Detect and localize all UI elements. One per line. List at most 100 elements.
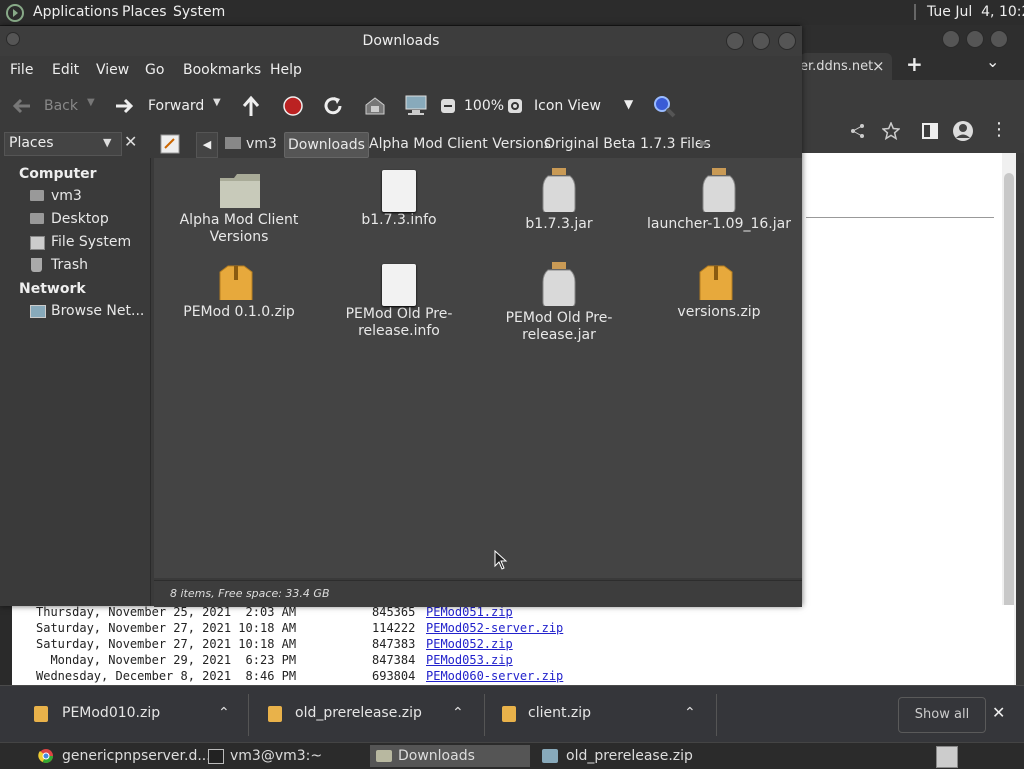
search-icon[interactable] (652, 94, 676, 118)
download-filename: client.zip (528, 705, 592, 721)
menu-view[interactable]: View (96, 62, 129, 78)
menu-bookmarks[interactable]: Bookmarks (183, 62, 261, 78)
listing-link[interactable]: PEMod052-server.zip (426, 621, 563, 635)
listing-link[interactable]: PEMod060-server.zip (426, 669, 563, 683)
app-menu-icon[interactable] (6, 4, 24, 22)
zoom-in-icon[interactable] (507, 98, 523, 114)
stop-icon[interactable] (282, 95, 304, 117)
trash-icon (31, 258, 42, 272)
close-button[interactable] (778, 32, 796, 50)
view-mode-select[interactable]: Icon View ▼ (530, 94, 640, 118)
sidebar-selector[interactable]: Places ▼ (4, 132, 122, 156)
toggle-location-entry-icon[interactable] (158, 132, 182, 156)
sidebar-item-vm3[interactable]: vm3 (28, 187, 148, 207)
download-item[interactable]: PEMod010.zip ⌃ (18, 686, 248, 743)
status-text: 8 items, Free space: 33.4 GB (170, 587, 330, 600)
browser-tab[interactable]: er.ddns.net × (800, 53, 892, 80)
document-icon (382, 264, 416, 306)
tab-search-chevron-icon[interactable]: ⌄ (986, 52, 999, 71)
menu-go[interactable]: Go (145, 62, 164, 78)
file-item[interactable]: PEMod Old Pre- release.jar (484, 262, 634, 344)
new-tab-icon[interactable]: + (906, 52, 923, 76)
sidebar-item-filesystem[interactable]: File System (28, 233, 148, 253)
download-item[interactable]: old_prerelease.zip ⌃ (252, 686, 482, 743)
breadcrumb-original-beta[interactable]: Original Beta 1.7.3 Files (541, 132, 714, 156)
file-item[interactable]: b1.7.3.jar (484, 168, 634, 233)
menubar: File Edit View Go Bookmarks Help (0, 56, 802, 84)
chevron-up-icon[interactable]: ⌃ (684, 705, 696, 721)
sidebar: Computer vm3 Desktop File System Trash N… (0, 158, 151, 606)
listing-link[interactable]: PEMod053.zip (426, 653, 513, 667)
browser-maximize-button[interactable] (966, 30, 984, 48)
tab-close-icon[interactable]: × (872, 57, 885, 75)
close-downloads-icon[interactable]: ✕ (992, 703, 1005, 722)
sidebar-item-desktop[interactable]: Desktop (28, 210, 148, 230)
applications-menu[interactable]: Applications (33, 4, 119, 20)
menu-help[interactable]: Help (270, 62, 302, 78)
profile-avatar-icon[interactable] (952, 120, 974, 142)
places-menu[interactable]: Places (122, 4, 167, 20)
menu-edit[interactable]: Edit (52, 62, 79, 78)
listing-link[interactable]: PEMod052.zip (426, 637, 513, 651)
clock[interactable]: Tue Jul 4, 10:23 (927, 4, 1024, 20)
file-item[interactable]: launcher-1.09_16.jar (644, 168, 794, 233)
workspace-switcher[interactable] (936, 746, 958, 768)
file-item[interactable]: versions.zip (644, 264, 794, 321)
divider (716, 694, 717, 736)
file-item[interactable]: PEMod 0.1.0.zip (164, 264, 314, 321)
browser-minimize-button[interactable] (942, 30, 960, 48)
menu-file[interactable]: File (10, 62, 33, 78)
sidebar-item-trash[interactable]: Trash (28, 256, 148, 276)
file-item[interactable]: Alpha Mod Client Versions (164, 172, 314, 246)
page-rule (806, 217, 994, 218)
home-icon (30, 190, 44, 201)
fm-titlebar[interactable]: Downloads (0, 26, 802, 56)
home-folder-icon[interactable] (364, 95, 386, 117)
sidebar-item-browse-network[interactable]: Browse Net... (28, 302, 148, 322)
jar-icon (702, 168, 736, 214)
file-item[interactable]: b1.7.3.info (324, 170, 474, 229)
dropdown-chevron-icon: ▼ (103, 136, 112, 149)
browser-titlebar (800, 25, 1024, 50)
task-downloads[interactable]: Downloads (370, 745, 530, 767)
browser-menu-icon[interactable]: ⋮ (990, 119, 1008, 140)
browser-close-button[interactable] (990, 30, 1008, 48)
maximize-button[interactable] (752, 32, 770, 50)
task-archive[interactable]: old_prerelease.zip (538, 745, 708, 767)
back-button[interactable]: Back (8, 94, 98, 118)
breadcrumb-downloads[interactable]: Downloads (284, 132, 369, 158)
browser-toolbar: ⋮ (800, 109, 1024, 153)
browser-window: er.ddns.net × + ⌄ ⋮ (800, 25, 1024, 709)
chevron-up-icon[interactable]: ⌃ (452, 705, 464, 721)
forward-history-chevron-icon[interactable]: ▼ (213, 97, 221, 108)
listing-link[interactable]: PEMod051.zip (426, 605, 513, 619)
system-menu[interactable]: System (173, 4, 225, 20)
jar-icon (542, 262, 576, 308)
breadcrumb-alpha-mod[interactable]: Alpha Mod Client Versions (366, 132, 554, 156)
forward-button[interactable]: Forward (114, 94, 214, 118)
chevron-up-icon[interactable]: ⌃ (218, 705, 230, 721)
task-terminal[interactable]: vm3@vm3:~ (204, 745, 364, 767)
close-sidebar-icon[interactable]: ✕ (124, 132, 137, 151)
minimize-button[interactable] (726, 32, 744, 50)
task-chrome[interactable]: genericpnpserver.d... (4, 745, 211, 767)
file-item[interactable]: PEMod Old Pre- release.info (324, 264, 474, 340)
toolbar: Back ▼ Forward ▼ 100% Icon View ▼ (0, 86, 802, 128)
breadcrumb-right-icon[interactable]: ▶ (700, 138, 708, 149)
reload-icon[interactable] (322, 95, 344, 117)
share-icon[interactable] (850, 123, 866, 139)
dropdown-chevron-icon: ▼ (624, 97, 634, 111)
side-panel-icon[interactable] (922, 123, 938, 139)
breadcrumb-left-icon[interactable]: ◀ (196, 132, 218, 158)
up-arrow-icon[interactable] (240, 94, 262, 118)
back-history-chevron-icon[interactable]: ▼ (87, 97, 95, 108)
bookmark-star-icon[interactable] (882, 122, 900, 140)
window-title: Downloads (362, 33, 440, 49)
download-item[interactable]: client.zip ⌃ (486, 686, 716, 743)
computer-icon[interactable] (404, 94, 428, 116)
zoom-out-icon[interactable] (440, 98, 456, 114)
show-all-button[interactable]: Show all (898, 697, 986, 733)
chrome-icon (38, 749, 53, 763)
sidebar-header-computer: Computer (19, 166, 97, 182)
breadcrumb-vm3[interactable]: vm3 (222, 132, 280, 156)
